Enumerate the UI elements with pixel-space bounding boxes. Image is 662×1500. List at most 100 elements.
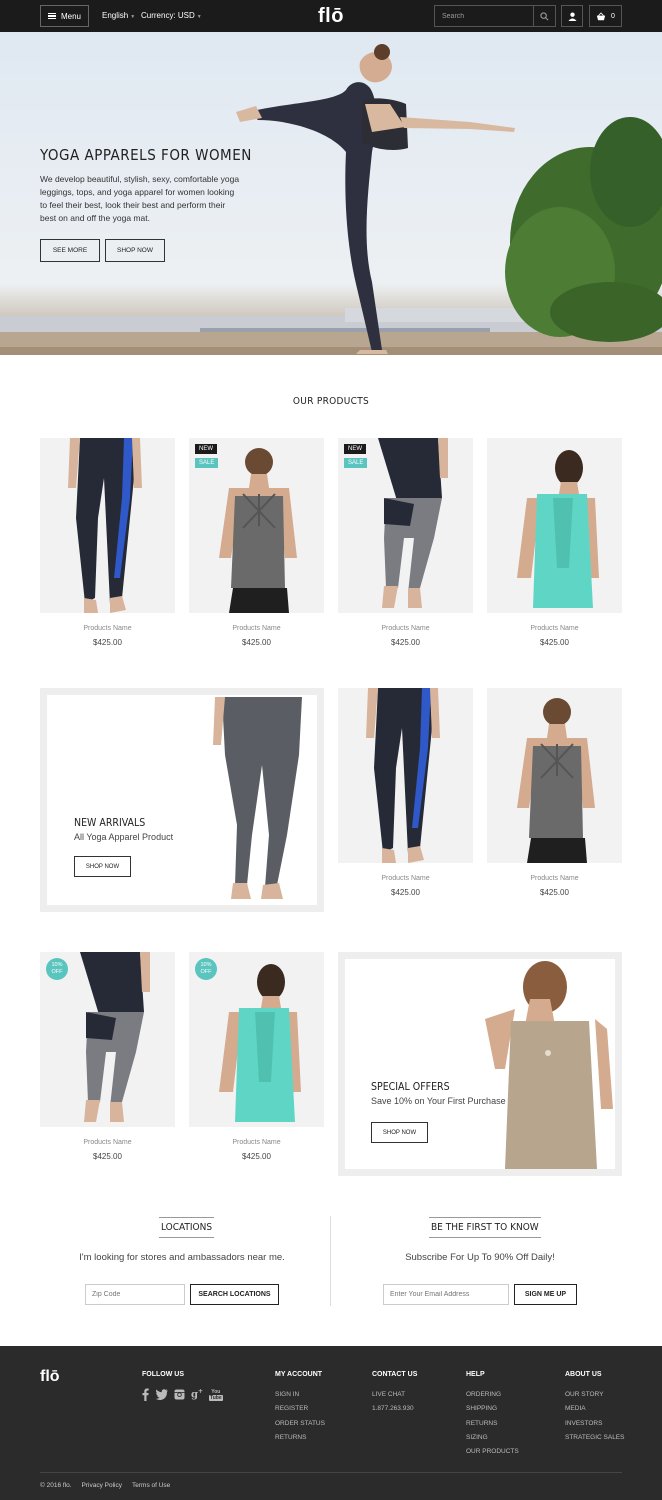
product-image[interactable]: [40, 438, 175, 613]
footer-link-returns[interactable]: RETURNS: [275, 1431, 325, 1445]
footer-my-account: MY ACCOUNT SIGN IN REGISTER ORDER STATUS…: [275, 1371, 325, 1445]
footer-heading: FOLLOW US: [142, 1371, 184, 1378]
menu-button[interactable]: Menu: [40, 5, 89, 27]
product-price: $425.00: [391, 638, 420, 647]
product-image[interactable]: NEW SALE: [338, 438, 473, 613]
product-card[interactable]: Products Name $425.00: [40, 438, 175, 647]
product-card[interactable]: NEW SALE Products Name $425.00: [189, 438, 324, 647]
email-input[interactable]: [383, 1284, 509, 1305]
gray-strappy-tank-image: [517, 698, 595, 863]
product-price: $425.00: [242, 1152, 271, 1161]
footer-link-sizing[interactable]: SIZING: [466, 1431, 519, 1445]
footer-link-ordering[interactable]: ORDERING: [466, 1388, 519, 1402]
new-arrivals-promo[interactable]: NEW ARRIVALS All Yoga Apparel Product SH…: [40, 688, 324, 912]
sign-me-up-button[interactable]: SIGN ME UP: [514, 1284, 577, 1305]
new-arrivals-title: NEW ARRIVALS: [74, 817, 146, 829]
footer-divider: [40, 1472, 622, 1473]
cart-count: 0: [611, 12, 615, 20]
locations-subtitle: I'm looking for stores and ambassadors n…: [79, 1252, 285, 1263]
product-card[interactable]: Products Name $425.00: [487, 438, 622, 647]
product-name[interactable]: Products Name: [40, 1139, 175, 1146]
product-name[interactable]: Products Name: [189, 625, 324, 632]
product-name[interactable]: Products Name: [487, 625, 622, 632]
social-icons: g+ You Tube: [142, 1388, 223, 1401]
footer-link-sign-in[interactable]: SIGN IN: [275, 1388, 325, 1402]
copyright-text: © 2016 flo.: [40, 1482, 72, 1489]
product-price: $425.00: [93, 638, 122, 647]
footer-link-our-products[interactable]: OUR PRODUCTS: [466, 1445, 519, 1459]
search-locations-button[interactable]: SEARCH LOCATIONS: [190, 1284, 279, 1305]
discount-off-label: OFF: [51, 969, 63, 975]
footer-heading: MY ACCOUNT: [275, 1371, 323, 1378]
account-button[interactable]: [561, 5, 583, 27]
search-box: [434, 5, 556, 27]
footer-phone-number[interactable]: 1.877.263.930: [372, 1402, 417, 1416]
site-footer: flō FOLLOW US g+ You Tube MY ACCOUNT SIGN…: [0, 1346, 662, 1500]
leggings-blue-stripe-image: [366, 688, 440, 863]
product-name[interactable]: Products Name: [40, 625, 175, 632]
chevron-down-icon: ▼: [130, 14, 136, 20]
special-offers-shop-now-button[interactable]: SHOP NOW: [371, 1122, 428, 1143]
special-offers-subtitle: Save 10% on Your First Purchase: [371, 1096, 506, 1106]
hero-title: YOGA APPARELS FOR WOMEN: [40, 146, 252, 164]
terms-of-use-link[interactable]: Terms of Use: [132, 1482, 170, 1489]
product-card[interactable]: Products Name $425.00: [487, 688, 622, 897]
site-logo[interactable]: flō: [318, 5, 344, 28]
product-name[interactable]: Products Name: [338, 625, 473, 632]
chevron-down-icon: ▼: [196, 14, 202, 20]
product-image[interactable]: 10% OFF: [189, 952, 324, 1127]
product-image[interactable]: [487, 688, 622, 863]
search-button[interactable]: [533, 6, 555, 26]
product-card[interactable]: 10% OFF Products Name $425.00: [40, 952, 175, 1161]
product-price: $425.00: [540, 638, 569, 647]
footer-link-our-story[interactable]: OUR STORY: [565, 1388, 624, 1402]
product-image[interactable]: NEW SALE: [189, 438, 324, 613]
discount-off-label: OFF: [200, 969, 212, 975]
newsletter-subtitle: Subscribe For Up To 90% Off Daily!: [405, 1252, 555, 1263]
currency-selector[interactable]: Currency: USD ▼: [141, 11, 202, 20]
new-badge: NEW: [344, 444, 366, 454]
footer-logo[interactable]: flō: [40, 1368, 60, 1386]
search-input[interactable]: [435, 6, 533, 26]
sale-badge: SALE: [344, 458, 368, 468]
instagram-icon[interactable]: [174, 1389, 185, 1400]
zip-code-input[interactable]: [85, 1284, 185, 1305]
product-card[interactable]: Products Name $425.00: [338, 688, 473, 897]
footer-link-strategic-sales[interactable]: STRATEGIC SALES: [565, 1431, 624, 1445]
footer-link-live-chat[interactable]: LIVE CHAT: [372, 1388, 417, 1402]
cart-button[interactable]: 0: [589, 5, 622, 27]
product-image[interactable]: 10% OFF: [40, 952, 175, 1127]
footer-link-order-status[interactable]: ORDER STATUS: [275, 1417, 325, 1431]
top-navigation-bar: Menu English▼ Currency: USD▼ flō 0: [0, 0, 662, 32]
product-name[interactable]: Products Name: [487, 875, 622, 882]
product-name[interactable]: Products Name: [338, 875, 473, 882]
footer-link-register[interactable]: REGISTER: [275, 1402, 325, 1416]
privacy-policy-link[interactable]: Privacy Policy: [82, 1482, 122, 1489]
footer-link-shipping[interactable]: SHIPPING: [466, 1402, 519, 1416]
search-icon: [540, 11, 549, 20]
footer-link-media[interactable]: MEDIA: [565, 1402, 624, 1416]
hero-shop-now-button[interactable]: SHOP NOW: [105, 239, 165, 262]
see-more-button[interactable]: SEE MORE: [40, 239, 100, 262]
product-card[interactable]: NEW SALE Products Name $425.00: [338, 438, 473, 647]
discount-badge: 10% OFF: [195, 958, 217, 980]
product-image[interactable]: [487, 438, 622, 613]
sale-badge: SALE: [195, 458, 219, 468]
footer-heading: ABOUT US: [565, 1371, 602, 1378]
google-plus-icon[interactable]: g+: [191, 1388, 203, 1400]
special-offers-promo[interactable]: SPECIAL OFFERS Save 10% on Your First Pu…: [338, 952, 622, 1176]
language-selector[interactable]: English ▼: [102, 11, 135, 20]
youtube-icon[interactable]: You Tube: [209, 1389, 223, 1401]
product-card[interactable]: 10% OFF Products Name $425.00: [189, 952, 324, 1161]
footer-link-investors[interactable]: INVESTORS: [565, 1417, 624, 1431]
footer-follow-us: FOLLOW US g+ You Tube: [142, 1371, 223, 1401]
footer-link-returns[interactable]: RETURNS: [466, 1417, 519, 1431]
hero-banner: YOGA APPARELS FOR WOMEN We develop beaut…: [0, 32, 662, 355]
facebook-icon[interactable]: [142, 1388, 149, 1401]
new-arrivals-shop-now-button[interactable]: SHOP NOW: [74, 856, 131, 877]
basket-icon: [596, 11, 606, 20]
currency-label: Currency: USD: [141, 11, 195, 20]
product-image[interactable]: [338, 688, 473, 863]
twitter-icon[interactable]: [155, 1389, 168, 1400]
product-name[interactable]: Products Name: [189, 1139, 324, 1146]
